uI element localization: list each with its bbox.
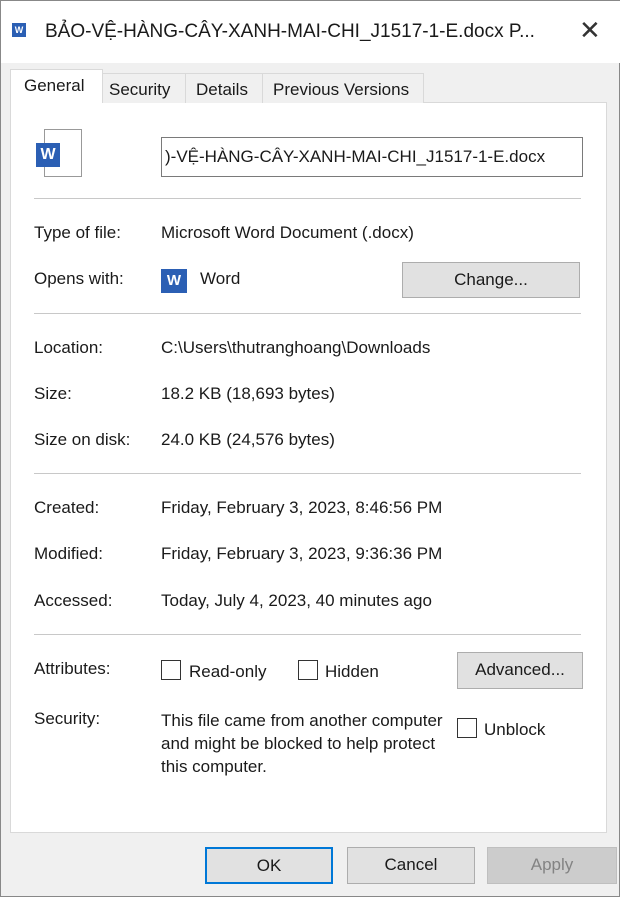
attributes-label: Attributes: bbox=[34, 659, 111, 678]
word-icon: W bbox=[36, 143, 60, 167]
window-title: BẢO-VỆ-HÀNG-CÂY-XANH-MAI-CHI_J1517-1-E.d… bbox=[45, 21, 535, 42]
filename-input[interactable] bbox=[161, 137, 583, 177]
disk-label: Size on disk: bbox=[34, 430, 131, 449]
type-label: Type of file: bbox=[34, 223, 121, 242]
tab-security[interactable]: Security bbox=[102, 73, 186, 103]
readonly-label[interactable]: Read-only bbox=[189, 662, 267, 682]
close-icon[interactable]: ✕ bbox=[579, 15, 601, 46]
tab-previous-versions[interactable]: Previous Versions bbox=[262, 73, 424, 103]
location-value: C:\Users\thutranghoang\Downloads bbox=[161, 338, 431, 357]
cancel-button[interactable]: Cancel bbox=[347, 847, 475, 884]
tab-details[interactable]: Details bbox=[185, 73, 263, 103]
modified-value: Friday, February 3, 2023, 9:36:36 PM bbox=[161, 544, 443, 563]
word-icon: W bbox=[12, 23, 26, 37]
readonly-checkbox[interactable] bbox=[161, 660, 181, 680]
divider bbox=[34, 313, 581, 314]
change-button[interactable]: Change... bbox=[402, 262, 580, 298]
disk-value: 24.0 KB (24,576 bytes) bbox=[161, 430, 335, 449]
opens-label: Opens with: bbox=[34, 269, 124, 288]
modified-label: Modified: bbox=[34, 544, 103, 563]
location-label: Location: bbox=[34, 338, 103, 357]
ok-button[interactable]: OK bbox=[205, 847, 333, 884]
apply-button: Apply bbox=[487, 847, 617, 884]
created-value: Friday, February 3, 2023, 8:46:56 PM bbox=[161, 498, 443, 517]
opens-value: Word bbox=[200, 269, 241, 288]
tab-general[interactable]: General bbox=[10, 69, 103, 103]
type-value: Microsoft Word Document (.docx) bbox=[161, 223, 414, 242]
divider bbox=[34, 634, 581, 635]
size-label: Size: bbox=[34, 384, 72, 403]
created-label: Created: bbox=[34, 498, 100, 517]
divider bbox=[34, 198, 581, 199]
hidden-checkbox[interactable] bbox=[298, 660, 318, 680]
accessed-value: Today, July 4, 2023, 40 minutes ago bbox=[161, 591, 432, 610]
hidden-label[interactable]: Hidden bbox=[325, 662, 379, 682]
security-label: Security: bbox=[34, 709, 101, 728]
size-value: 18.2 KB (18,693 bytes) bbox=[161, 384, 335, 403]
divider bbox=[34, 473, 581, 474]
unblock-label[interactable]: Unblock bbox=[484, 720, 545, 740]
word-icon: W bbox=[161, 269, 187, 293]
advanced-button[interactable]: Advanced... bbox=[457, 652, 583, 689]
accessed-label: Accessed: bbox=[34, 591, 113, 610]
unblock-checkbox[interactable] bbox=[457, 718, 477, 738]
security-text: This file came from another computer and… bbox=[161, 711, 443, 776]
